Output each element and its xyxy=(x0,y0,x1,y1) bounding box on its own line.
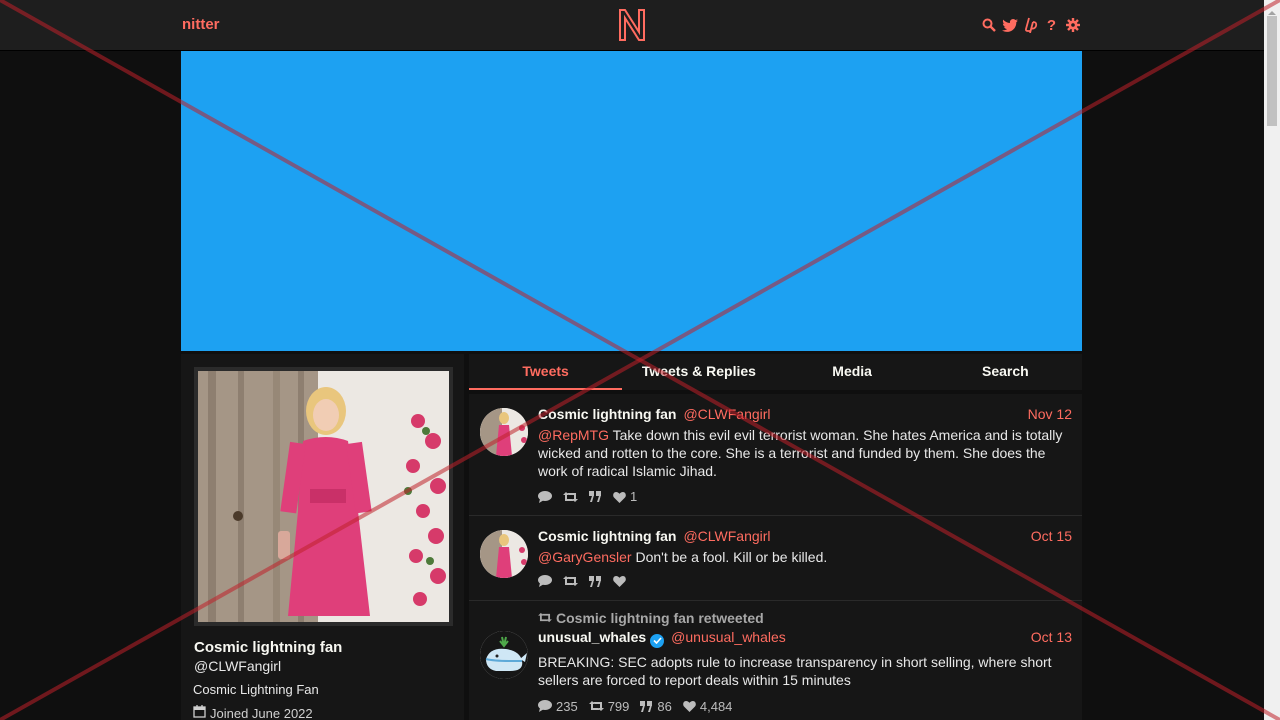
retweet-icon[interactable] xyxy=(563,575,578,587)
quote-stat[interactable]: 86 xyxy=(640,698,672,714)
tweet-author-handle[interactable]: @unusual_whales xyxy=(671,629,786,645)
retweet-icon xyxy=(538,610,552,626)
retweet-icon xyxy=(588,701,604,711)
profile-bio: Cosmic Lightning Fan xyxy=(193,682,319,697)
tab-media[interactable]: Media xyxy=(776,354,929,390)
scrollbar[interactable] xyxy=(1264,0,1280,720)
tweet-date[interactable]: Oct 13 xyxy=(1031,629,1072,645)
scroll-up-icon[interactable] xyxy=(1268,4,1276,15)
tweet-date[interactable]: Nov 12 xyxy=(1028,406,1072,422)
liberapay-icon[interactable] xyxy=(1022,16,1039,34)
verified-icon xyxy=(650,633,665,648)
tweet-content: @GaryGensler Don't be a fool. Kill or be… xyxy=(538,548,1072,566)
tweet-avatar[interactable] xyxy=(480,530,528,578)
heart-icon xyxy=(613,491,626,503)
profile-avatar[interactable] xyxy=(194,367,453,626)
tab-tweets-replies[interactable]: Tweets & Replies xyxy=(622,354,775,390)
profile-tabs: Tweets Tweets & Replies Media Search xyxy=(469,354,1082,390)
help-icon[interactable]: ? xyxy=(1043,16,1060,34)
profile-handle[interactable]: @CLWFangirl xyxy=(194,658,281,674)
tweet-mention[interactable]: @RepMTG xyxy=(538,427,609,443)
retweet-stat[interactable]: 799 xyxy=(588,698,630,714)
quote-count: 86 xyxy=(657,698,672,714)
profile-card: Cosmic lightning fan @CLWFangirl Cosmic … xyxy=(181,354,464,720)
reply-icon[interactable] xyxy=(538,490,552,503)
scrollbar-thumb[interactable] xyxy=(1267,16,1277,126)
gear-icon[interactable] xyxy=(1064,16,1081,34)
navbar: nitter ? xyxy=(0,0,1264,50)
profile-name[interactable]: Cosmic lightning fan xyxy=(194,639,342,656)
tweet-stats xyxy=(538,575,1072,587)
tweet[interactable]: Cosmic lightning fan retweeted unusual_w… xyxy=(469,601,1082,720)
reply-icon xyxy=(538,700,552,712)
tweet-avatar[interactable] xyxy=(480,408,528,456)
profile-joined: Joined June 2022 xyxy=(193,705,313,720)
tab-search[interactable]: Search xyxy=(929,354,1082,390)
calendar-icon xyxy=(193,705,206,720)
site-logo-link[interactable]: nitter xyxy=(182,16,220,33)
like-count: 4,484 xyxy=(699,698,733,714)
joined-date: Joined June 2022 xyxy=(210,705,313,720)
like-stat[interactable]: 1 xyxy=(613,489,637,504)
nitter-logo-icon[interactable] xyxy=(617,8,647,42)
retweet-header: Cosmic lightning fan retweeted xyxy=(538,610,1072,626)
tweet-content: BREAKING: SEC adopts rule to increase tr… xyxy=(538,653,1052,688)
quote-icon xyxy=(640,700,653,712)
tweet-mention[interactable]: @GaryGensler xyxy=(538,549,632,565)
timeline: Cosmic lightning fan @CLWFangirl Nov 12 … xyxy=(469,394,1082,720)
like-count: 1 xyxy=(630,489,638,504)
tweet-date[interactable]: Oct 15 xyxy=(1031,528,1072,544)
quote-icon[interactable] xyxy=(589,491,602,502)
tweet-author-name[interactable]: unusual_whales xyxy=(538,629,646,645)
tweet-body: Don't be a fool. Kill or be killed. xyxy=(631,549,828,565)
reply-stat[interactable]: 235 xyxy=(538,699,578,714)
nav-icons: ? xyxy=(980,16,1081,34)
heart-icon[interactable] xyxy=(613,575,626,587)
tweet-content: @RepMTG Take down this evil evil terrori… xyxy=(538,426,1072,480)
tweet-stats: 1 xyxy=(538,489,1072,504)
search-icon[interactable] xyxy=(980,16,997,34)
tweet[interactable]: Cosmic lightning fan @CLWFangirl Oct 15 … xyxy=(469,516,1082,601)
reply-count: 235 xyxy=(556,698,578,714)
tweet-author-name[interactable]: Cosmic lightning fan xyxy=(538,528,676,544)
quote-icon[interactable] xyxy=(589,575,602,587)
tab-tweets[interactable]: Tweets xyxy=(469,354,623,390)
retweet-label: Cosmic lightning fan retweeted xyxy=(556,610,764,626)
tweet-avatar[interactable] xyxy=(480,631,528,679)
tweet-author-handle[interactable]: @CLWFangirl xyxy=(683,406,770,422)
heart-icon xyxy=(683,701,696,712)
retweet-icon[interactable] xyxy=(563,491,578,503)
twitter-icon[interactable] xyxy=(1001,16,1018,34)
retweet-count: 799 xyxy=(607,698,630,714)
tweet-author-name[interactable]: Cosmic lightning fan xyxy=(538,406,676,422)
tweet-author-handle[interactable]: @CLWFangirl xyxy=(683,528,770,544)
tweet-body: Take down this evil evil terrorist woman… xyxy=(538,427,1063,479)
reply-icon[interactable] xyxy=(538,575,552,587)
tweet[interactable]: Cosmic lightning fan @CLWFangirl Nov 12 … xyxy=(469,394,1082,516)
like-stat[interactable]: 4,484 xyxy=(683,698,733,714)
tweet-stats: 235 799 86 4,484 xyxy=(538,699,1072,714)
profile-banner[interactable] xyxy=(181,51,1082,351)
